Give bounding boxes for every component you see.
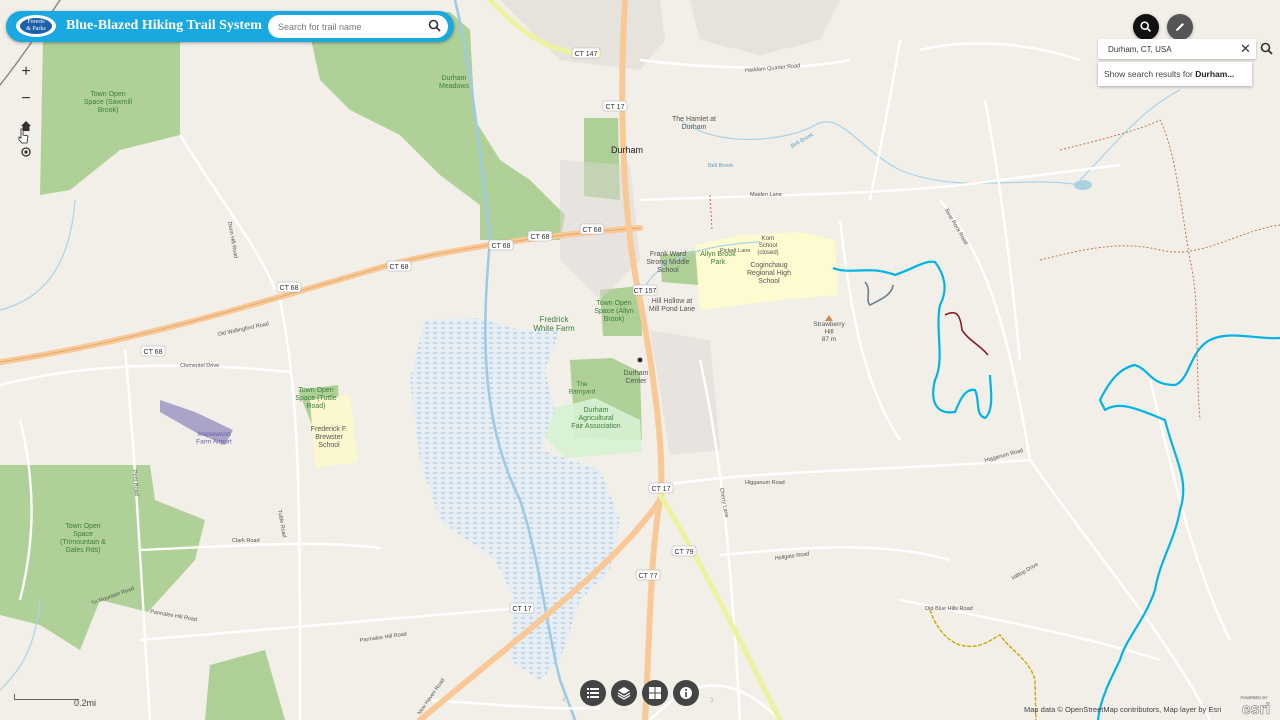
svg-text:CT 68: CT 68 (280, 285, 299, 292)
shield-r8: CT 17 (648, 482, 674, 494)
svg-text:CT 147: CT 147 (575, 51, 598, 58)
trail-search-box (268, 15, 448, 38)
shield-r7: CT 68 (276, 281, 302, 293)
svg-text:CT 77: CT 77 (639, 573, 658, 580)
svg-text:Hill Hollow atMill Pond Lane: Hill Hollow at Mill Pond Lane (649, 298, 695, 313)
svg-text:Town OpenSpace(Trimountain &Ga: Town Open Space (Trimountain & Gales Rds) (60, 523, 106, 554)
svg-text:CT 17: CT 17 (513, 606, 532, 613)
pencil-icon (1176, 23, 1184, 31)
bottom-toolbar (578, 680, 703, 708)
svg-text:POWERED BY: POWERED BY (1240, 695, 1267, 700)
shield-r2: CT 17 (602, 100, 628, 112)
app-header: Forests & Parks Blue-Blazed Hiking Trail … (6, 11, 454, 42)
zoom-in-button[interactable]: + (14, 60, 38, 84)
shield-r7b: CT 68 (140, 345, 166, 357)
geo-search-toggle-button[interactable] (1133, 14, 1159, 40)
edit-button[interactable] (1167, 14, 1193, 40)
clear-search-button[interactable]: ✕ (1240, 41, 1251, 56)
layers-button[interactable] (611, 680, 637, 706)
scale-bar (14, 694, 79, 700)
svg-text:CT 68: CT 68 (390, 264, 409, 271)
next-arrow-icon[interactable]: › (710, 692, 714, 706)
info-icon (680, 687, 692, 699)
app-logo: Forests & Parks (16, 15, 56, 37)
geo-search-submit-icon[interactable] (1259, 41, 1275, 57)
shield-r10: CT 79 (671, 545, 697, 557)
list-icon (587, 688, 599, 698)
app-title: Blue-Blazed Hiking Trail System (66, 18, 262, 33)
mouse-cursor-icon (18, 128, 29, 144)
svg-text:Clementel Drive: Clementel Drive (180, 363, 219, 369)
shield-r1: CT 147 (571, 47, 601, 59)
svg-text:CT 17: CT 17 (652, 486, 671, 493)
search-suggestion[interactable]: Show search results for Durham... (1098, 62, 1252, 86)
svg-text:Clark Road: Clark Road (232, 538, 260, 544)
locate-icon (21, 147, 31, 157)
info-button[interactable] (673, 680, 699, 706)
shield-r4: CT 68 (579, 223, 605, 235)
svg-text:MaplewoodFarm Airport: Maplewood Farm Airport (196, 431, 232, 446)
svg-text:Old Blue Hills Road: Old Blue Hills Road (925, 606, 973, 612)
svg-text:Higganum Road: Higganum Road (745, 480, 785, 486)
svg-text:esri: esri (1242, 701, 1270, 717)
shield-r3: CT 68 (527, 230, 553, 242)
layers-icon (617, 687, 631, 700)
search-icon[interactable] (427, 18, 443, 34)
svg-text:Bell Brook: Bell Brook (708, 163, 733, 169)
prev-arrow-icon[interactable]: ‹ (562, 692, 566, 706)
svg-text:CT 157: CT 157 (634, 288, 657, 295)
svg-text:CT 79: CT 79 (675, 549, 694, 556)
svg-text:CT 17: CT 17 (606, 104, 625, 111)
shield-r5: CT 68 (488, 239, 514, 251)
shield-r6: CT 68 (386, 260, 412, 272)
shield-r12: CT 157 (632, 284, 658, 296)
geo-search-input[interactable] (1106, 41, 1230, 58)
svg-text:CT 68: CT 68 (144, 349, 163, 356)
zoom-out-button[interactable]: − (14, 87, 38, 111)
list-button[interactable] (580, 680, 606, 706)
town-center-marker (637, 357, 643, 363)
shield-r11: CT 17 (509, 602, 535, 614)
svg-text:Maiden Lane: Maiden Lane (750, 192, 782, 198)
shield-r9: CT 77 (635, 569, 661, 581)
svg-text:CT 68: CT 68 (492, 243, 511, 250)
basemap[interactable]: CT 147 CT 17 CT 68 CT 68 CT 68 CT 68 CT … (0, 0, 1280, 720)
scale-label: 0.2mi (74, 698, 97, 708)
suggestion-prefix: Show search results for (1104, 69, 1196, 79)
svg-text:DurhamCenter: Durham Center (624, 370, 649, 385)
svg-text:DurhamMeadows: Durham Meadows (439, 75, 469, 90)
svg-text:CT 68: CT 68 (583, 227, 602, 234)
esri-logo: POWERED BY esri (1240, 695, 1270, 717)
map-attribution: Map data © OpenStreetMap contributors, M… (1024, 705, 1222, 714)
search-icon (1140, 21, 1151, 32)
grid-icon (649, 687, 661, 699)
svg-text:Durham: Durham (611, 145, 643, 155)
basemap-button[interactable] (642, 680, 668, 706)
logo-mark: Forests & Parks (20, 18, 52, 34)
trail-search-input[interactable] (276, 18, 420, 36)
pond (1074, 180, 1092, 190)
geo-search-box: ✕ (1098, 39, 1256, 59)
svg-text:CT 68: CT 68 (531, 234, 550, 241)
suggestion-term: Durham... (1195, 69, 1235, 79)
